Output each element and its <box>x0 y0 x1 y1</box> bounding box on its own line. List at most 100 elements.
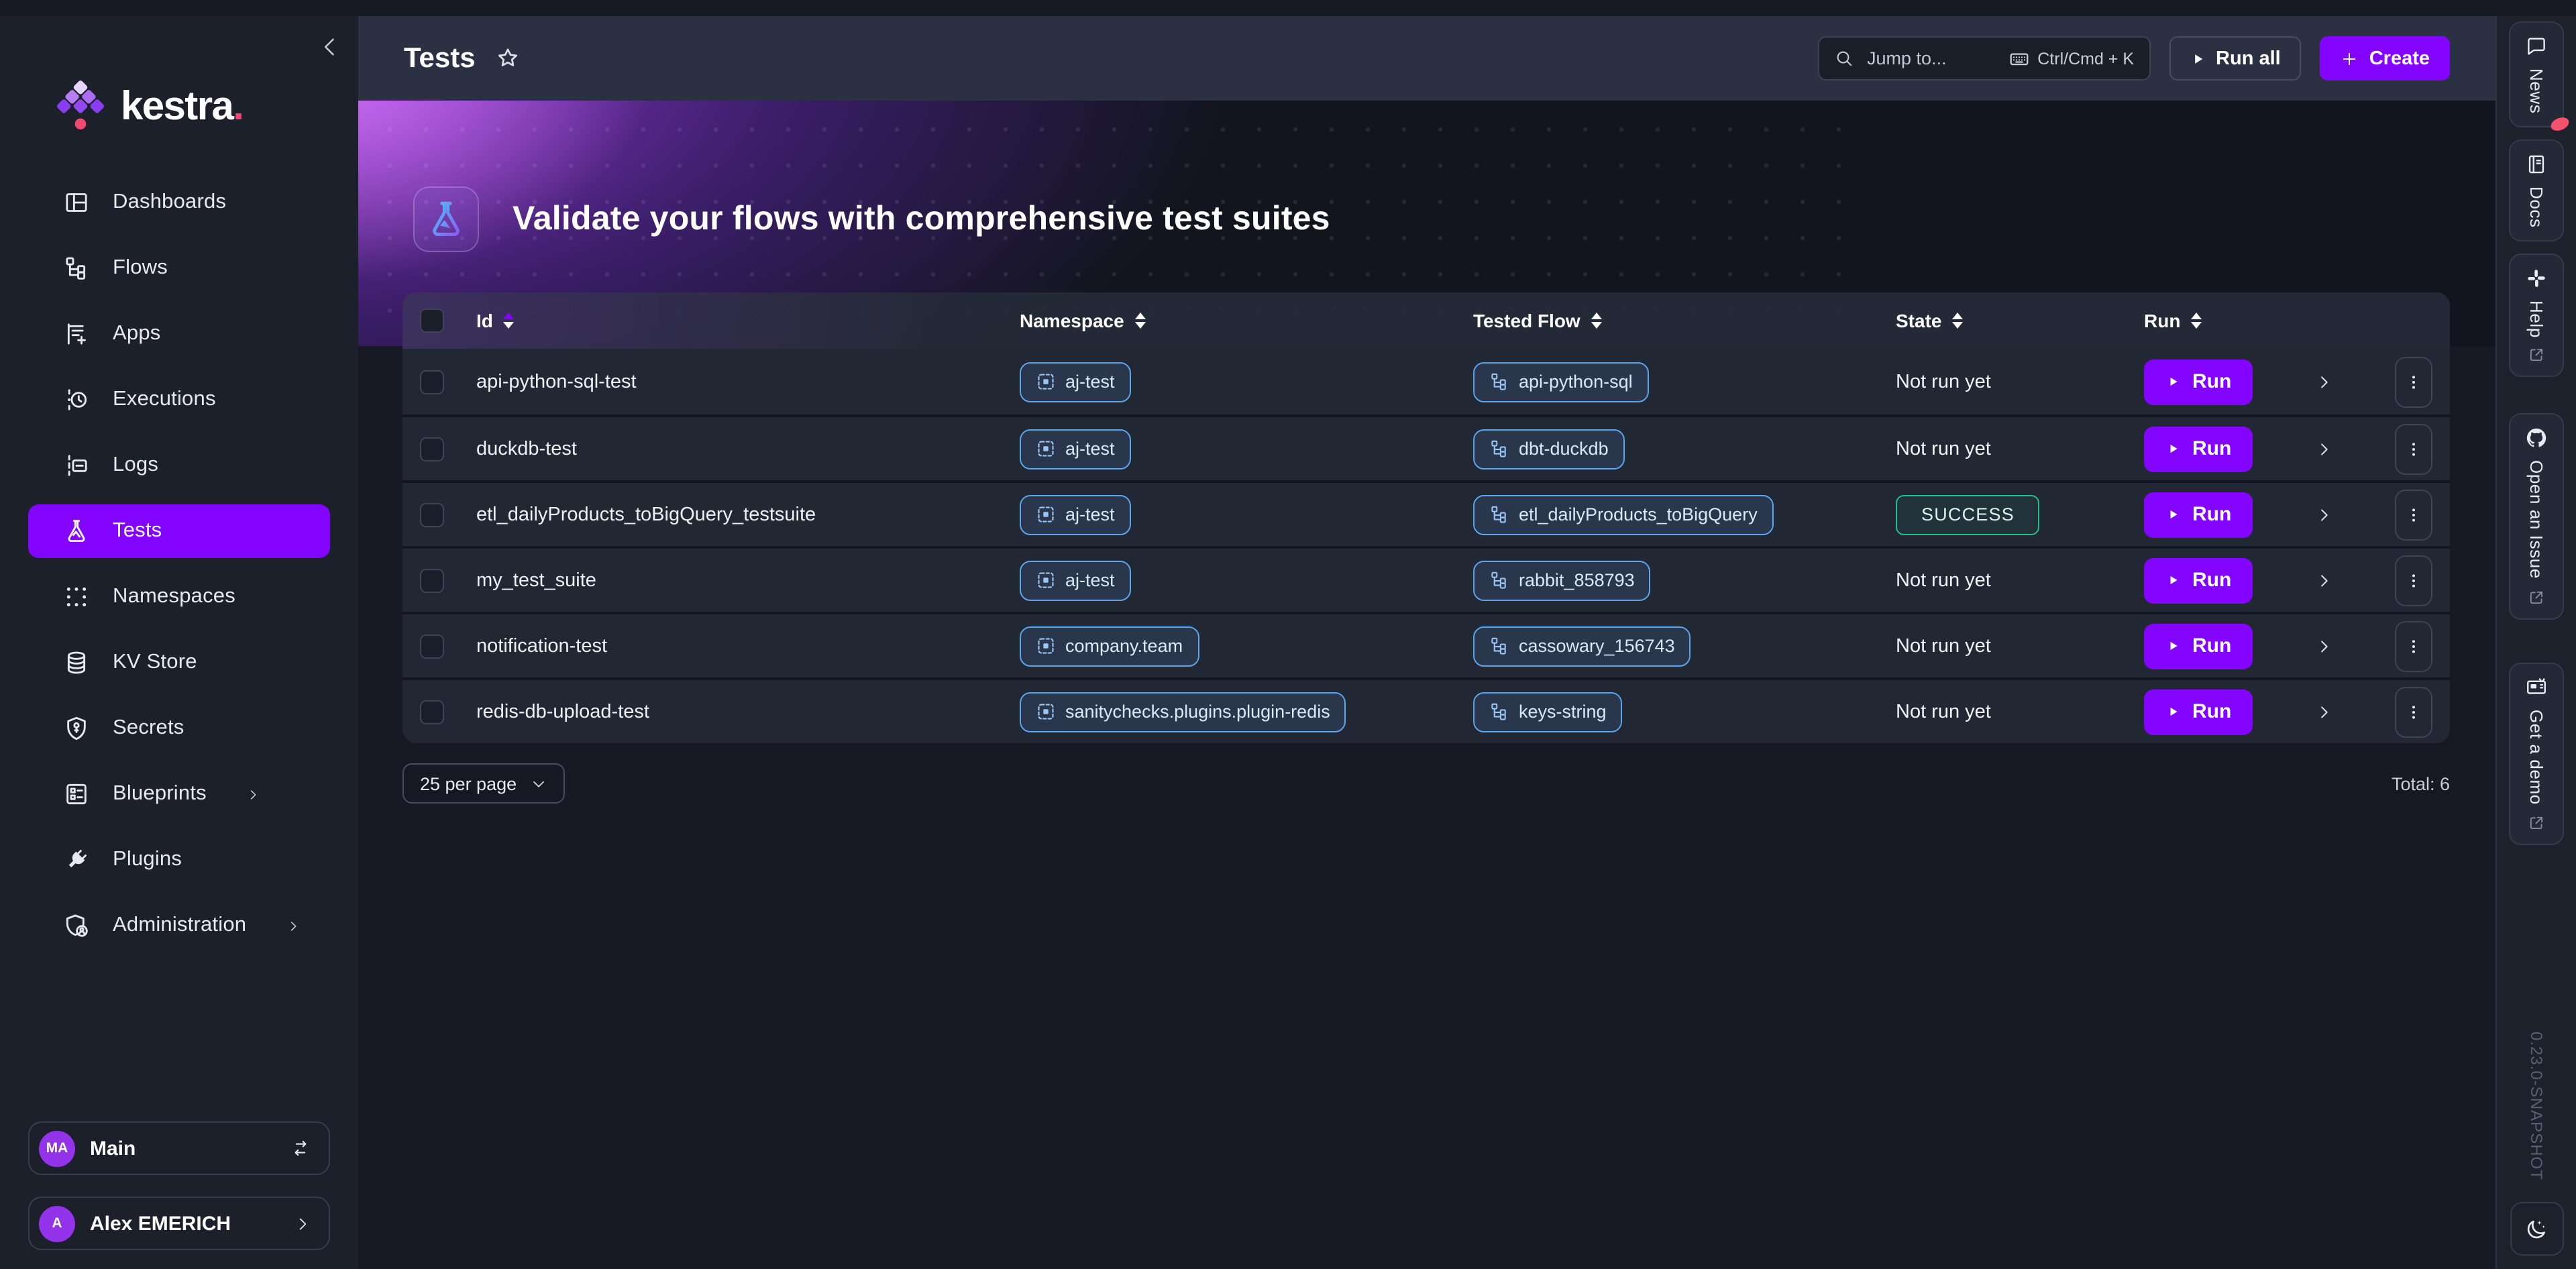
state-text: Not run yet <box>1896 438 1991 459</box>
row-menu-button[interactable] <box>2395 620 2432 671</box>
tested-flow-cell: api-python-sql <box>1461 362 1884 402</box>
kestra-logo-icon <box>55 76 106 138</box>
column-header-state[interactable]: State <box>1884 310 2132 331</box>
sidebar-item-tests[interactable]: Tests <box>28 504 330 558</box>
kv-store-icon <box>63 649 90 676</box>
row-checkbox[interactable] <box>420 502 444 527</box>
row-expand-chevron-icon[interactable] <box>2314 505 2333 524</box>
user-menu[interactable]: A Alex EMERICH <box>28 1197 330 1250</box>
run-button[interactable]: Run <box>2144 557 2253 603</box>
dots-vertical-icon <box>2403 438 2424 459</box>
test-id-cell: etl_dailyProducts_toBigQuery_testsuite <box>464 504 1008 525</box>
select-all-checkbox[interactable] <box>420 309 444 333</box>
run-button[interactable]: Run <box>2144 426 2253 472</box>
sidebar-item-label: Secrets <box>113 716 184 740</box>
sidebar-collapse-icon[interactable] <box>318 35 342 59</box>
search-input[interactable] <box>1864 47 1997 70</box>
tested-flow-chip[interactable]: api-python-sql <box>1473 362 1649 402</box>
row-expand-chevron-icon[interactable] <box>2314 372 2333 391</box>
rail-item-open-an-issue[interactable]: Open an Issue <box>2509 414 2564 620</box>
topbar: Tests Ctrl/Cmd + K <box>358 16 2496 101</box>
run-button[interactable]: Run <box>2144 492 2253 537</box>
row-expand-chevron-icon[interactable] <box>2314 702 2333 721</box>
row-menu-button[interactable] <box>2395 423 2432 474</box>
row-expand-chevron-icon[interactable] <box>2314 637 2333 655</box>
namespaces-icon <box>63 584 90 610</box>
test-id: notification-test <box>476 635 607 657</box>
row-expand-chevron-icon[interactable] <box>2314 439 2333 458</box>
rail-item-get-a-demo[interactable]: Get a demo <box>2509 663 2564 845</box>
favorite-star-icon[interactable] <box>496 46 521 71</box>
namespace-chip[interactable]: aj-test <box>1020 362 1131 402</box>
row-checkbox[interactable] <box>420 568 444 592</box>
sidebar-item-administration[interactable]: Administration <box>28 899 330 952</box>
namespace-icon <box>1036 702 1056 722</box>
namespace-chip[interactable]: company.team <box>1020 626 1199 666</box>
sidebar-item-flows[interactable]: Flows <box>28 241 330 295</box>
namespace-icon <box>1036 372 1056 392</box>
tenant-switcher[interactable]: MA Main <box>28 1121 330 1175</box>
rail-item-help[interactable]: Help <box>2509 253 2564 378</box>
rail-item-label: News <box>2526 68 2546 113</box>
row-checkbox[interactable] <box>420 370 444 394</box>
tested-flow-chip[interactable]: dbt-duckdb <box>1473 429 1625 469</box>
plugins-icon <box>63 846 90 873</box>
row-menu-button[interactable] <box>2395 555 2432 606</box>
sidebar-item-apps[interactable]: Apps <box>28 307 330 361</box>
run-button[interactable]: Run <box>2144 689 2253 734</box>
theme-toggle-button[interactable] <box>2510 1202 2563 1256</box>
test-id-cell: duckdb-test <box>464 438 1008 459</box>
sidebar-item-kv-store[interactable]: KV Store <box>28 636 330 689</box>
column-header-run[interactable]: Run <box>2132 310 2450 331</box>
sidebar-item-dashboards[interactable]: Dashboards <box>28 176 330 229</box>
sort-icon <box>1591 313 1602 329</box>
namespace-chip[interactable]: aj-test <box>1020 429 1131 469</box>
namespace-chip[interactable]: sanitychecks.plugins.plugin-redis <box>1020 692 1346 732</box>
create-button[interactable]: Create <box>2320 36 2450 80</box>
namespace-icon <box>1036 504 1056 525</box>
docs-icon <box>2525 152 2548 175</box>
row-menu-button[interactable] <box>2395 356 2432 407</box>
row-menu-button[interactable] <box>2395 489 2432 540</box>
row-checkbox[interactable] <box>420 700 444 724</box>
column-header-id[interactable]: Id <box>464 310 1008 331</box>
run-all-button[interactable]: Run all <box>2169 36 2301 80</box>
banner-title: Validate your flows with comprehensive t… <box>513 200 1330 239</box>
sidebar-item-namespaces[interactable]: Namespaces <box>28 570 330 624</box>
namespace-chip[interactable]: aj-test <box>1020 494 1131 535</box>
tested-flow-chip[interactable]: rabbit_858793 <box>1473 560 1651 600</box>
sidebar-item-executions[interactable]: Executions <box>28 373 330 427</box>
sidebar-item-secrets[interactable]: Secrets <box>28 702 330 755</box>
row-checkbox[interactable] <box>420 634 444 658</box>
play-icon <box>2189 50 2205 66</box>
test-id: duckdb-test <box>476 438 577 459</box>
rail-item-label: Docs <box>2526 186 2546 227</box>
search-icon <box>1833 48 1854 68</box>
run-button[interactable]: Run <box>2144 359 2253 404</box>
row-menu-button[interactable] <box>2395 686 2432 737</box>
sidebar-item-plugins[interactable]: Plugins <box>28 833 330 887</box>
run-cell: Run <box>2132 356 2450 407</box>
namespace-chip[interactable]: aj-test <box>1020 560 1131 600</box>
sidebar-item-logs[interactable]: Logs <box>28 439 330 492</box>
jump-to-search[interactable]: Ctrl/Cmd + K <box>1817 36 2150 80</box>
state-cell: Not run yet <box>1884 569 2132 591</box>
column-header-tested-flow[interactable]: Tested Flow <box>1461 310 1884 331</box>
tested-flow-cell: cassowary_156743 <box>1461 626 1884 666</box>
rail-item-news[interactable]: News <box>2509 21 2564 127</box>
row-expand-chevron-icon[interactable] <box>2314 571 2333 590</box>
row-checkbox[interactable] <box>420 437 444 461</box>
tested-flow-chip[interactable]: etl_dailyProducts_toBigQuery <box>1473 494 1774 535</box>
per-page-select[interactable]: 25 per page <box>402 763 565 804</box>
tested-flow-chip[interactable]: cassowary_156743 <box>1473 626 1691 666</box>
column-header-namespace[interactable]: Namespace <box>1008 310 1461 331</box>
moon-stars-icon <box>2524 1216 2549 1242</box>
dots-vertical-icon <box>2403 504 2424 525</box>
tested-flow-chip[interactable]: keys-string <box>1473 692 1623 732</box>
rail-item-docs[interactable]: Docs <box>2509 139 2564 241</box>
run-cell: Run <box>2132 686 2450 737</box>
chevron-right-icon <box>285 918 300 933</box>
sidebar-item-blueprints[interactable]: Blueprints <box>28 767 330 821</box>
flow-icon <box>1489 372 1509 392</box>
run-button[interactable]: Run <box>2144 623 2253 669</box>
